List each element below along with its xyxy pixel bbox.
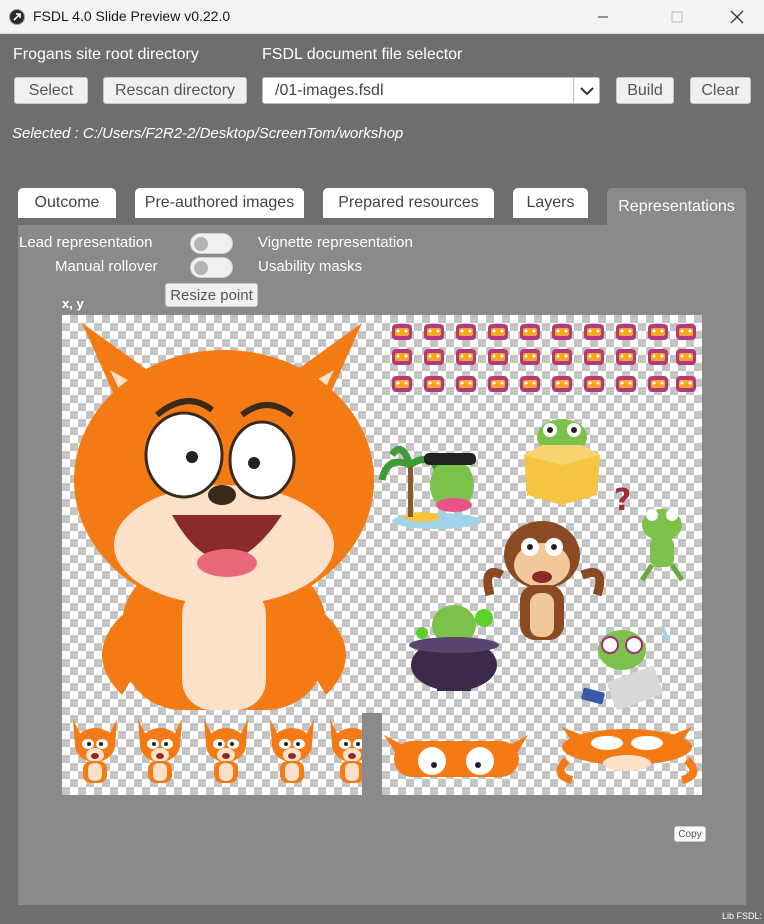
usability-masks-label: Usability masks [258,258,363,275]
manual-rollover-toggle[interactable] [190,257,233,278]
svg-text:?: ? [614,483,631,518]
close-button[interactable] [714,0,760,34]
tab-layers[interactable]: Layers [513,188,588,218]
maximize-button[interactable] [654,0,700,34]
lead-representation-label: Lead representation [19,234,153,251]
file-selector-label: FSDL document file selector [262,46,463,63]
sprite-sheet: ? [73,323,698,795]
root-directory-label: Frogans site root directory [13,46,199,63]
tab-pre-authored-images[interactable]: Pre-authored images [135,188,304,218]
lead-representation-toggle[interactable] [190,233,233,254]
manual-rollover-label: Manual rollover [55,258,158,275]
toggle-knob [194,261,208,275]
build-button[interactable]: Build [616,77,674,104]
lib-fsdl-label: Lib FSDL: [721,911,762,921]
window-title: FSDL 4.0 Slide Preview v0.22.0 [33,8,231,24]
frog-laptop-sprite [581,626,670,710]
frog-question-sprite: ? [614,483,685,582]
canvas-gap [362,713,382,795]
frog-cauldron-sprite [409,605,499,691]
tab-outcome[interactable]: Outcome [18,188,116,218]
resize-point-button[interactable]: Resize point [165,283,258,307]
app-icon [9,9,25,25]
coordinates-readout: x, y [62,296,84,311]
mini-sprite-grid [392,324,696,392]
fox-squashed-sprite [556,727,698,784]
fox-partial-sprite [384,735,528,777]
select-button[interactable]: Select [14,77,88,104]
fsdl-file-dropdown[interactable]: /01-images.fsdl [262,77,600,104]
frog-box-sprite [524,419,600,505]
clear-button[interactable]: Clear [690,77,751,104]
tab-prepared-resources[interactable]: Prepared resources [323,188,494,218]
big-fox-sprite [74,323,374,710]
minimize-button[interactable] [580,0,626,34]
monkey-sprite [483,521,605,640]
toggle-knob [194,237,208,251]
fsdl-file-value: /01-images.fsdl [275,82,384,99]
vignette-representation-label: Vignette representation [258,234,413,251]
copy-button[interactable]: Copy [674,826,706,842]
frog-beach-sprite [378,445,482,529]
rescan-directory-button[interactable]: Rescan directory [103,77,247,104]
title-bar: FSDL 4.0 Slide Preview v0.22.0 [0,0,764,34]
fox-sprite-row [73,719,374,783]
chevron-down-icon[interactable] [573,78,599,103]
tab-representations[interactable]: Representations [607,188,746,225]
selected-path-text: Selected : C:/Users/F2R2-2/Desktop/Scree… [12,125,404,142]
close-icon [730,10,744,24]
representation-canvas[interactable]: ? [62,315,702,795]
